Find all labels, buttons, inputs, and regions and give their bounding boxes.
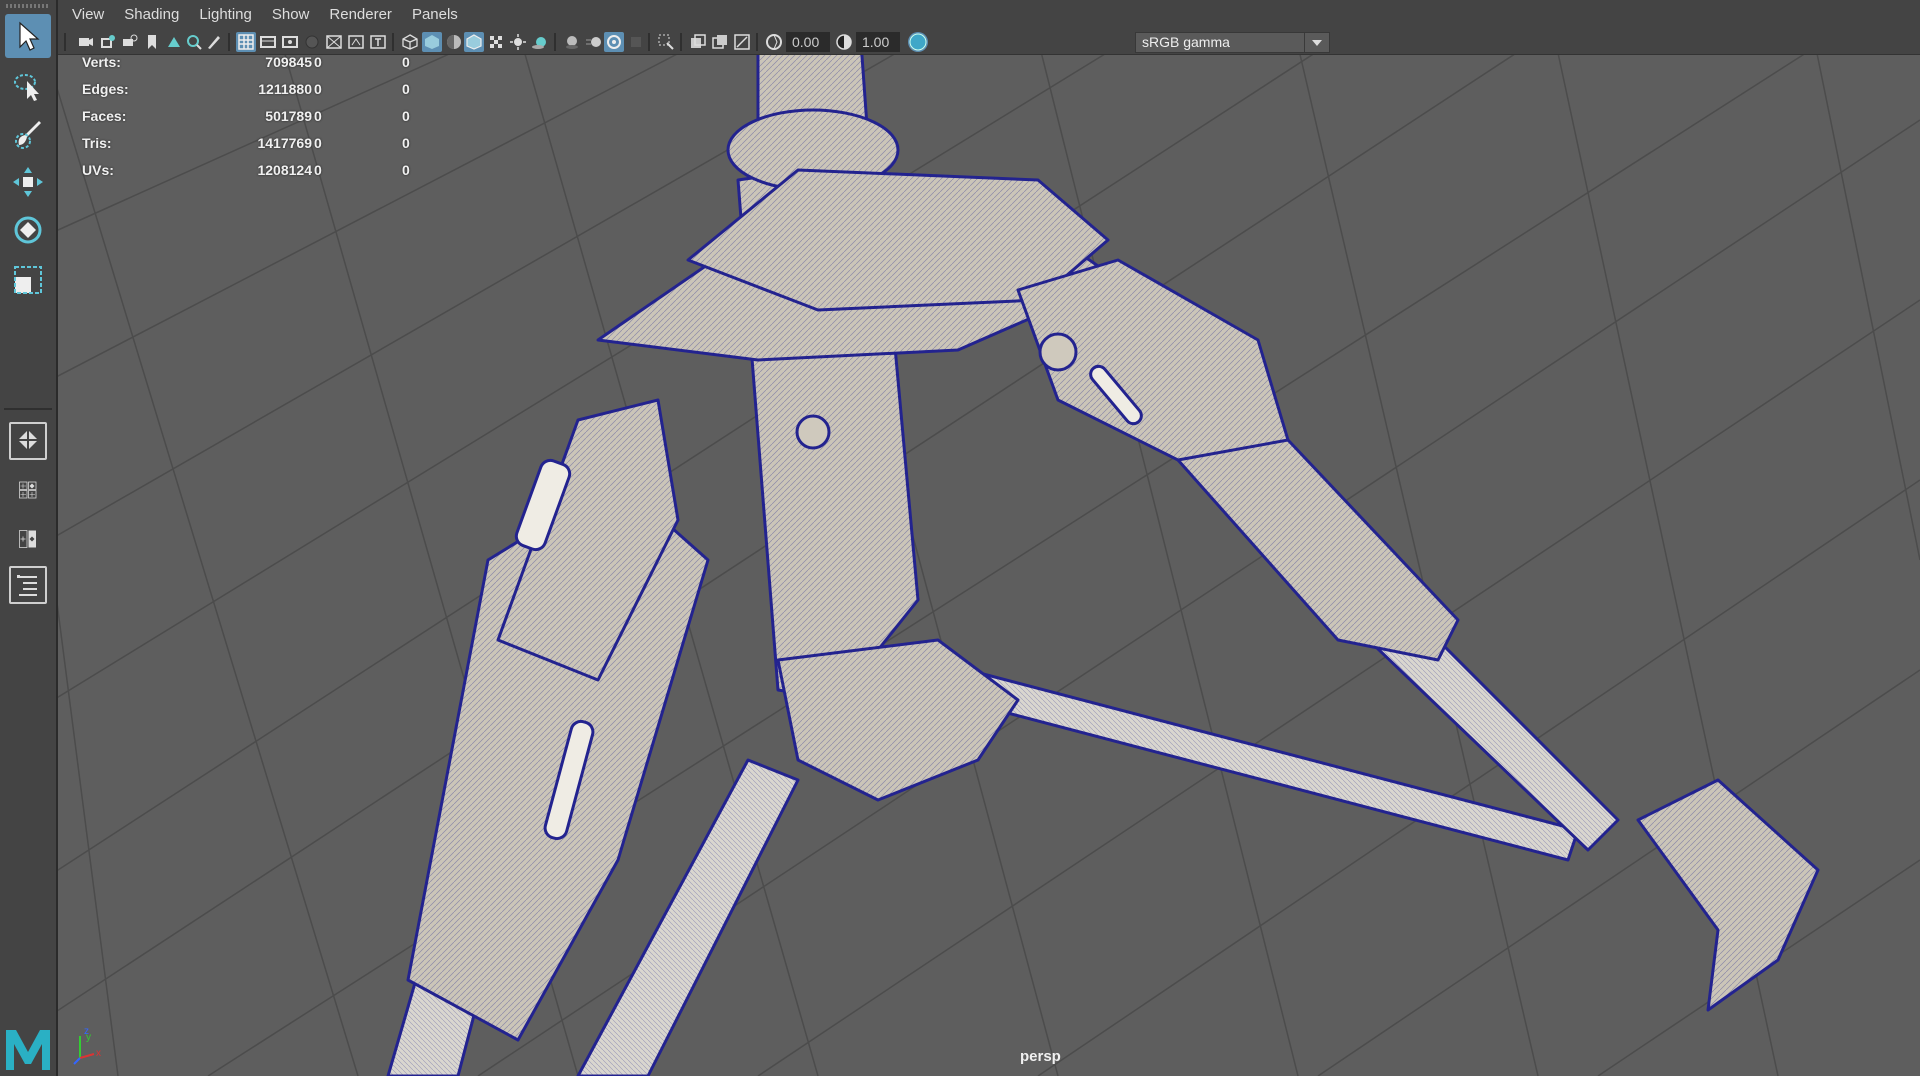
outliner-layout-icon[interactable] [9, 566, 47, 604]
poly-count-hud: Verts: 709845 0 0 Edges: 1211880 0 0 Fac… [82, 54, 422, 189]
wireframe-icon[interactable] [400, 32, 420, 52]
2d-pan-zoom-icon[interactable] [184, 32, 204, 52]
hud-label: UVs: [82, 162, 114, 178]
panel-toolbar: 0.00 1.00 sRGB gamma [58, 30, 1920, 55]
exposure-field[interactable]: 0.00 [786, 32, 830, 52]
hud-value: 0 [314, 135, 322, 151]
lights-icon[interactable] [508, 32, 528, 52]
menu-view[interactable]: View [62, 0, 114, 30]
rotate-tool-icon[interactable] [5, 208, 51, 252]
smooth-shade-icon[interactable] [422, 32, 442, 52]
gamma-field[interactable]: 1.00 [856, 32, 900, 52]
gamma-icon[interactable] [834, 32, 854, 52]
hud-value: 0 [402, 81, 410, 97]
resolution-gate-icon[interactable] [280, 32, 300, 52]
hud-value: 1417769 [257, 135, 312, 151]
field-chart-icon[interactable] [324, 32, 344, 52]
scale-tool-icon[interactable] [5, 258, 51, 302]
hud-value: 1211880 [258, 81, 312, 97]
axis-x-label: x [96, 1048, 101, 1059]
image-plane-icon[interactable] [164, 32, 184, 52]
menu-lighting[interactable]: Lighting [189, 0, 262, 30]
motion-blur-icon[interactable] [584, 32, 604, 52]
depth-of-field-icon[interactable] [626, 32, 646, 52]
menu-panels[interactable]: Panels [402, 0, 468, 30]
panel-menu-bar: View Shading Lighting Show Renderer Pane… [58, 0, 1920, 30]
menu-shading[interactable]: Shading [114, 0, 189, 30]
bookmark-camera-icon[interactable] [120, 32, 140, 52]
hud-row-faces: Faces: 501789 0 0 [82, 108, 422, 135]
view-axis-gizmo-icon: y x z [73, 1026, 101, 1065]
camera-name-label: persp [1020, 1048, 1061, 1065]
menu-show[interactable]: Show [262, 0, 320, 30]
hud-value: 0 [402, 108, 410, 124]
axis-z-label: z [84, 1026, 89, 1037]
xray-icon[interactable] [688, 32, 708, 52]
bookmark-icon[interactable] [142, 32, 162, 52]
exposure-icon[interactable] [764, 32, 784, 52]
hud-value: 1208124 [257, 162, 312, 178]
single-perspective-layout-icon[interactable] [9, 422, 47, 460]
hud-value: 0 [402, 54, 410, 70]
hud-label: Faces: [82, 108, 127, 124]
shadows-icon[interactable] [530, 32, 550, 52]
paint-select-tool-icon[interactable] [5, 112, 51, 156]
hud-value: 0 [314, 54, 322, 70]
hud-value: 709845 [265, 54, 312, 70]
isolate-select-icon[interactable] [656, 32, 676, 52]
hud-row-uvs: UVs: 1208124 0 0 [82, 162, 422, 189]
xray-active-icon[interactable] [710, 32, 730, 52]
hud-label: Edges: [82, 81, 129, 97]
two-view-layout-icon[interactable] [9, 520, 47, 558]
hud-value: 0 [314, 81, 322, 97]
hud-value: 0 [402, 135, 410, 151]
default-material-icon[interactable] [444, 32, 464, 52]
color-space-value: sRGB gamma [1142, 34, 1230, 50]
xray-joints-icon[interactable] [732, 32, 752, 52]
ambient-occlusion-icon[interactable] [562, 32, 582, 52]
camera-icon[interactable] [76, 32, 96, 52]
hud-row-edges: Edges: 1211880 0 0 [82, 81, 422, 108]
hud-label: Tris: [82, 135, 112, 151]
move-tool-icon[interactable] [5, 160, 51, 204]
gate-mask-icon[interactable] [302, 32, 322, 52]
four-view-layout-icon[interactable] [9, 472, 47, 508]
tool-box [0, 0, 58, 1076]
anti-aliasing-icon[interactable] [604, 32, 624, 52]
select-tool-icon[interactable] [5, 14, 51, 58]
hud-value: 0 [314, 162, 322, 178]
grease-pencil-icon[interactable] [204, 32, 224, 52]
hud-row-tris: Tris: 1417769 0 0 [82, 135, 422, 162]
wireframe-on-shaded-icon[interactable] [464, 32, 484, 52]
menu-renderer[interactable]: Renderer [319, 0, 402, 30]
color-management-toggle-icon[interactable] [908, 32, 928, 52]
hud-value: 501789 [265, 108, 312, 124]
color-space-dropdown[interactable]: sRGB gamma [1135, 32, 1330, 53]
grid-icon[interactable] [236, 32, 256, 52]
chevron-down-icon [1304, 33, 1329, 52]
camera-attrs-icon[interactable] [98, 32, 118, 52]
safe-action-icon[interactable] [346, 32, 366, 52]
textured-icon[interactable] [486, 32, 506, 52]
tripod-model [386, 0, 1820, 1076]
safe-title-icon[interactable] [368, 32, 388, 52]
maya-logo-icon [6, 1030, 50, 1070]
toolbox-grip[interactable] [6, 4, 50, 8]
hud-value: 0 [314, 108, 322, 124]
hud-label: Verts: [82, 54, 121, 70]
film-gate-icon[interactable] [258, 32, 278, 52]
hud-value: 0 [402, 162, 410, 178]
lasso-tool-icon[interactable] [5, 64, 51, 108]
hud-row-verts: Verts: 709845 0 0 [82, 54, 422, 81]
